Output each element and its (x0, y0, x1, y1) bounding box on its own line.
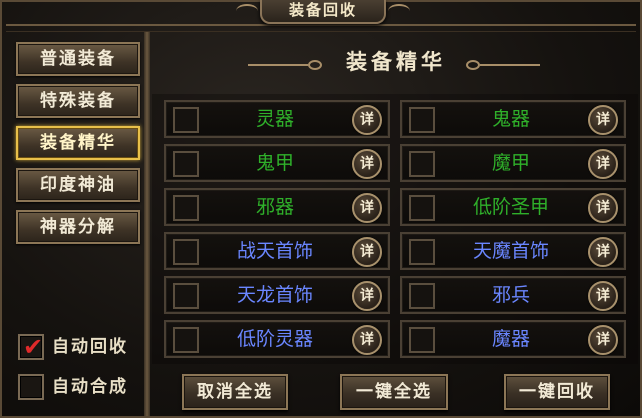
item-name: 魔甲 (491, 152, 530, 174)
item-name: 天魔首饰 (472, 240, 549, 262)
nav-artifact-decompose[interactable]: 神器分解 (16, 210, 140, 244)
item-row: 邪兵 详 (400, 276, 626, 314)
title-ornament-right (462, 60, 540, 70)
item-checkbox[interactable] (409, 107, 435, 133)
item-row: 灵器 详 (164, 100, 390, 138)
detail-button[interactable]: 详 (352, 105, 382, 135)
item-checkbox[interactable] (173, 151, 199, 177)
select-all-button[interactable]: 一键全选 (340, 374, 448, 410)
auto-synthesize-toggle[interactable]: 自动合成 (18, 374, 144, 402)
item-row: 魔甲 详 (400, 144, 626, 182)
nav-ordinary-equipment[interactable]: 普通装备 (16, 42, 140, 76)
item-checkbox[interactable] (173, 195, 199, 221)
detail-button[interactable]: 详 (588, 281, 618, 311)
item-row: 低阶灵器 详 (164, 320, 390, 358)
detail-button[interactable]: 详 (588, 325, 618, 355)
essence-item-grid: 灵器 详 鬼器 详 鬼甲 详 魔甲 详 邪器 详 低阶圣甲 详 战天首饰 详 天… (152, 94, 638, 364)
item-checkbox[interactable] (173, 327, 199, 353)
item-row: 魔器 详 (400, 320, 626, 358)
item-name: 鬼器 (491, 108, 530, 130)
detail-button[interactable]: 详 (588, 237, 618, 267)
item-checkbox[interactable] (409, 327, 435, 353)
window-title: 装备回收 (236, 0, 410, 24)
item-row: 鬼甲 详 (164, 144, 390, 182)
detail-button[interactable]: 详 (588, 193, 618, 223)
item-checkbox[interactable] (409, 195, 435, 221)
item-row: 天魔首饰 详 (400, 232, 626, 270)
item-row: 邪器 详 (164, 188, 390, 226)
category-sidebar: 普通装备 特殊装备 装备精华 印度神油 神器分解 ✔ 自动回收 自动合成 (8, 34, 148, 414)
nav-equipment-essence[interactable]: 装备精华 (16, 126, 140, 160)
item-checkbox[interactable] (409, 283, 435, 309)
item-name: 邪兵 (491, 284, 530, 306)
item-checkbox[interactable] (173, 283, 199, 309)
nav-special-equipment[interactable]: 特殊装备 (16, 84, 140, 118)
item-name: 鬼甲 (255, 152, 294, 174)
item-name: 低阶灵器 (236, 328, 313, 350)
item-name: 灵器 (255, 108, 294, 130)
detail-button[interactable]: 详 (588, 105, 618, 135)
auto-recycle-label: 自动回收 (52, 337, 128, 357)
item-row: 天龙首饰 详 (164, 276, 390, 314)
auto-synthesize-label: 自动合成 (52, 377, 128, 397)
detail-button[interactable]: 详 (352, 237, 382, 267)
detail-button[interactable]: 详 (352, 281, 382, 311)
item-name: 天龙首饰 (236, 284, 313, 306)
item-row: 低阶圣甲 详 (400, 188, 626, 226)
item-row: 战天首饰 详 (164, 232, 390, 270)
detail-button[interactable]: 详 (352, 193, 382, 223)
detail-button[interactable]: 详 (352, 325, 382, 355)
item-checkbox[interactable] (173, 239, 199, 265)
item-name: 邪器 (255, 196, 294, 218)
detail-button[interactable]: 详 (352, 149, 382, 179)
deselect-all-button[interactable]: 取消全选 (182, 374, 288, 410)
item-checkbox[interactable] (409, 239, 435, 265)
item-row: 鬼器 详 (400, 100, 626, 138)
auto-synthesize-checkbox[interactable] (18, 374, 44, 400)
item-checkbox[interactable] (409, 151, 435, 177)
item-name: 魔器 (491, 328, 530, 350)
item-name: 低阶圣甲 (472, 196, 549, 218)
item-checkbox[interactable] (173, 107, 199, 133)
recycle-all-button[interactable]: 一键回收 (504, 374, 610, 410)
item-name: 战天首饰 (236, 240, 313, 262)
auto-recycle-toggle[interactable]: ✔ 自动回收 (18, 334, 144, 362)
equipment-recycle-window: 装备回收 普通装备 特殊装备 装备精华 印度神油 神器分解 ✔ 自动回收 自动合… (0, 0, 642, 418)
nav-india-oil[interactable]: 印度神油 (16, 168, 140, 202)
section-title: 装备精华 (346, 50, 446, 74)
checkmark-icon: ✔ (23, 333, 44, 361)
auto-recycle-checkbox[interactable]: ✔ (18, 334, 44, 360)
top-border (6, 24, 636, 32)
detail-button[interactable]: 详 (588, 149, 618, 179)
